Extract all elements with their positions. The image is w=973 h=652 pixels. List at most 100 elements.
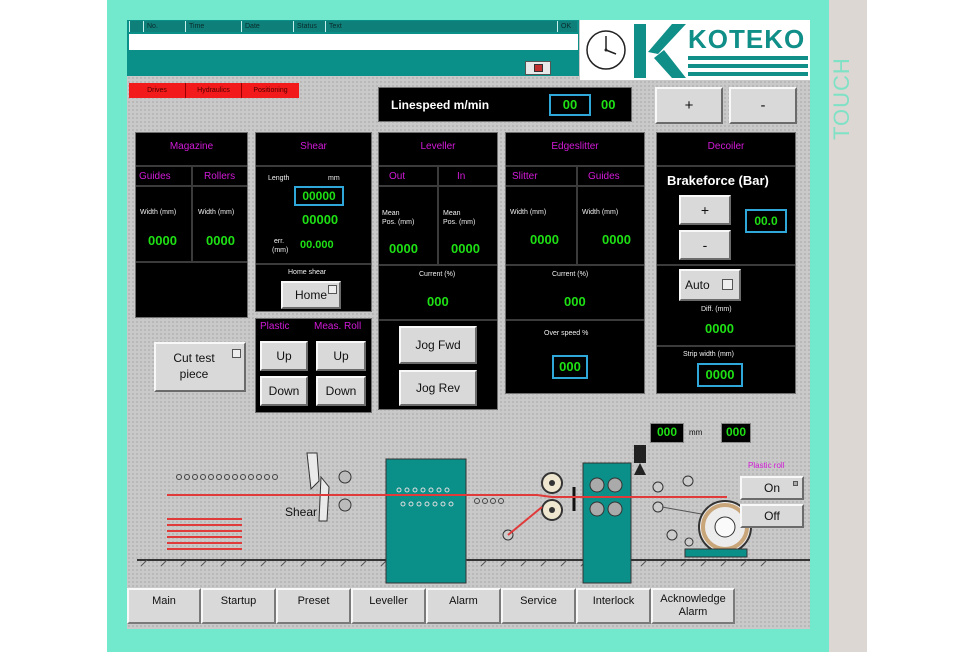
- sensor-body: [634, 445, 646, 463]
- support-roll: [684, 537, 694, 547]
- status-tab-drives[interactable]: Drives: [129, 83, 185, 98]
- meas-roll-down-button[interactable]: Down: [316, 376, 366, 406]
- jog-fwd-button[interactable]: Jog Fwd: [399, 326, 477, 364]
- magazine-width1-value: 0000: [148, 233, 177, 248]
- brakeforce-plus-button[interactable]: +: [679, 195, 731, 225]
- shear-length-label: Length: [268, 175, 290, 182]
- edgeslitter-width1-label: Width (mm): [510, 209, 547, 216]
- guide-roll: [652, 501, 664, 513]
- alarm-ok[interactable]: OK: [557, 21, 577, 32]
- touch-label: TOUCH: [829, 57, 854, 140]
- divider: [506, 319, 644, 321]
- sensor-value[interactable]: 000: [650, 423, 684, 443]
- shear-diagram-label: Shear: [285, 505, 318, 519]
- divider: [379, 319, 497, 321]
- guide-roll: [666, 529, 678, 541]
- leveller-pos1-label: Pos. (mm): [382, 219, 415, 226]
- shear-length-unit: mm: [328, 175, 340, 182]
- shear-err-label: err.: [274, 238, 285, 245]
- divider: [191, 166, 193, 261]
- overspeed-value[interactable]: 000: [552, 355, 588, 379]
- sensor-unit: mm: [689, 428, 703, 437]
- decoiler-diff-value: 0000: [705, 321, 734, 336]
- brakeforce-minus-button[interactable]: -: [679, 230, 731, 260]
- plastic-roll-off-button[interactable]: Off: [740, 504, 804, 528]
- decoiler-title: Decoiler: [707, 141, 745, 152]
- divider: [506, 264, 644, 266]
- brakeforce-value[interactable]: 00.0: [745, 209, 787, 233]
- nav-acknowledge-alarm[interactable]: Acknowledge Alarm: [651, 588, 735, 624]
- slitter-roll: [589, 477, 605, 493]
- plastic-up-button[interactable]: Up: [260, 341, 308, 371]
- sensor-value-2[interactable]: 000: [721, 423, 751, 443]
- edgeslitter-col-guides: Guides: [588, 171, 620, 182]
- guide-roll: [682, 475, 694, 487]
- slitter-roll: [607, 477, 623, 493]
- strip-width-label: Strip width (mm): [683, 351, 734, 358]
- linespeed-setpoint[interactable]: 00: [549, 94, 591, 116]
- strip-width-value[interactable]: 0000: [697, 363, 743, 387]
- nav-startup[interactable]: Startup: [201, 588, 276, 624]
- divider: [576, 166, 578, 264]
- leveller-pos1-label: Mean: [382, 210, 400, 217]
- cut-test-piece-button[interactable]: Cut test piece: [154, 342, 246, 392]
- logo-area: KOTEKO: [580, 20, 810, 80]
- status-tab-positioning[interactable]: Positioning: [241, 83, 299, 98]
- koteko-logo-icon: [634, 24, 686, 78]
- nav-preset[interactable]: Preset: [276, 588, 351, 624]
- clock-icon: [586, 30, 626, 70]
- meas-roll-label: Meas. Roll: [314, 321, 362, 332]
- alarm-list[interactable]: [129, 34, 578, 50]
- leveller-body: [385, 458, 467, 584]
- edgeslitter-width1-value: 0000: [530, 232, 559, 247]
- leveller-pos2-label: Pos. (mm): [443, 219, 476, 226]
- leveller-current-value: 000: [427, 294, 449, 309]
- edgeslitter-col-slitter: Slitter: [512, 171, 538, 182]
- auto-button-label: Auto: [685, 278, 710, 292]
- leveller-col-in: In: [457, 171, 466, 182]
- divider: [136, 185, 247, 187]
- cut-test-indicator: [232, 349, 241, 358]
- divider: [379, 264, 497, 266]
- leveller-panel: Leveller Out In Mean Pos. (mm) Mean Pos.…: [378, 132, 498, 410]
- nav-alarm[interactable]: Alarm: [426, 588, 501, 624]
- divider: [506, 165, 644, 167]
- shear-length-actual: 00000: [302, 212, 339, 227]
- plastic-down-button[interactable]: Down: [260, 376, 308, 406]
- divider: [256, 263, 371, 265]
- home-shear-button[interactable]: Home: [281, 281, 341, 309]
- slitter-roll: [589, 501, 605, 517]
- strip-loop: [507, 506, 543, 536]
- shear-panel: Shear Length mm 00000 00000 err. (mm) 00…: [255, 132, 372, 312]
- divider: [657, 345, 795, 347]
- jog-rev-button[interactable]: Jog Rev: [399, 370, 477, 406]
- leveller-current-label: Current (%): [419, 271, 456, 278]
- shear-length-setpoint[interactable]: 00000: [294, 186, 344, 206]
- overspeed-label: Over speed %: [544, 330, 589, 337]
- auto-indicator: [722, 279, 733, 290]
- speed-minus-button[interactable]: -: [729, 87, 797, 124]
- magazine-col-rollers: Rollers: [204, 171, 236, 182]
- nav-interlock[interactable]: Interlock: [576, 588, 651, 624]
- divider: [437, 166, 439, 264]
- nav-main[interactable]: Main: [127, 588, 201, 624]
- leveller-pos2-value: 0000: [451, 241, 480, 256]
- magazine-width1-label: Width (mm): [140, 209, 177, 216]
- logo-stripe: [688, 64, 808, 68]
- print-button[interactable]: [525, 61, 551, 75]
- guide-roll: [652, 481, 664, 493]
- edgeslitter-width2-value: 0000: [602, 232, 631, 247]
- edgeslitter-panel: Edgeslitter Slitter Guides Width (mm) Wi…: [505, 132, 645, 394]
- plastic-roll-on-button[interactable]: On: [740, 476, 804, 500]
- sensor-tip: [634, 463, 646, 475]
- alarm-col-blank: [129, 21, 143, 32]
- meas-roll-up-button[interactable]: Up: [316, 341, 366, 371]
- nav-service[interactable]: Service: [501, 588, 576, 624]
- status-tab-hydraulics[interactable]: Hydraulics: [185, 83, 241, 98]
- auto-button[interactable]: Auto: [679, 269, 741, 301]
- speed-plus-button[interactable]: +: [655, 87, 723, 124]
- pinch-roll-hub: [549, 480, 555, 486]
- shear-err-unit: (mm): [272, 247, 289, 254]
- on-indicator: [793, 481, 798, 486]
- nav-leveller[interactable]: Leveller: [351, 588, 426, 624]
